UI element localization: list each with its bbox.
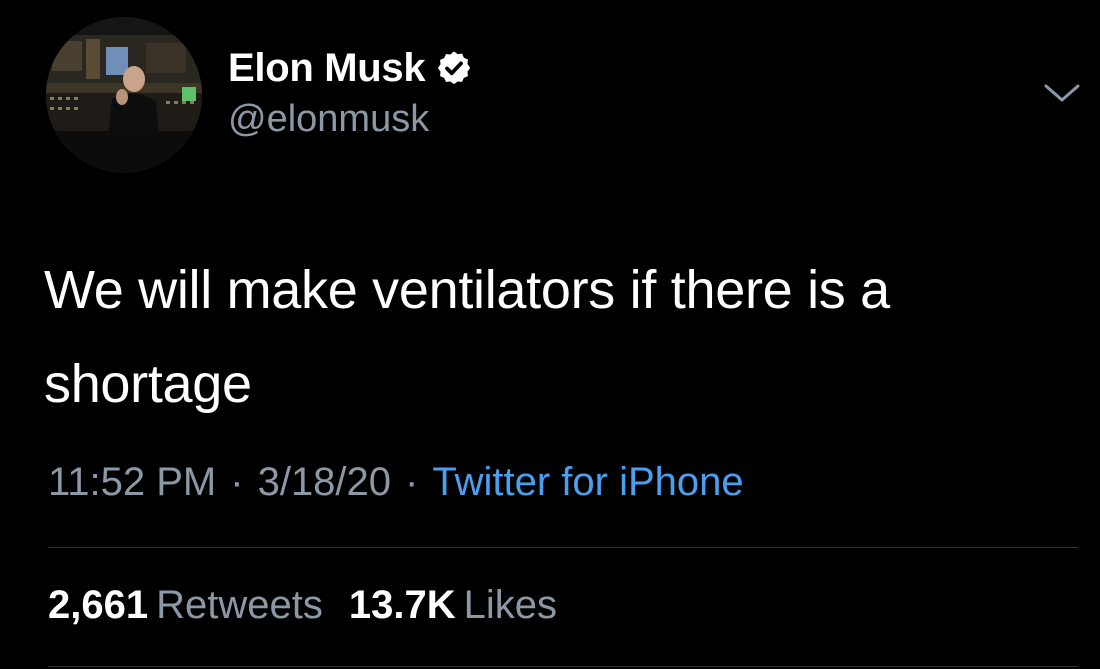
avatar[interactable] [46, 17, 202, 173]
tweet-detail: Elon Musk @elonmusk We will make ventila… [0, 0, 1100, 669]
retweets-stat[interactable]: 2,661 Retweets [48, 583, 323, 628]
retweets-label: Retweets [156, 583, 323, 627]
chevron-down-icon[interactable] [1040, 80, 1084, 110]
divider [48, 547, 1078, 548]
tweet-text: We will make ventilators if there is a s… [44, 243, 1064, 431]
likes-label: Likes [463, 583, 557, 627]
tweet-meta: 11:52 PM · 3/18/20 · Twitter for iPhone [48, 460, 744, 505]
tweet-stats: 2,661 Retweets 13.7K Likes [48, 583, 557, 628]
meta-separator: · [230, 460, 244, 504]
author-handle[interactable]: @elonmusk [228, 98, 429, 141]
tweet-source-link[interactable]: Twitter for iPhone [432, 460, 743, 504]
tweet-text-line: We will make ventilators if there is a [44, 260, 890, 320]
author-display-name[interactable]: Elon Musk [228, 46, 426, 91]
likes-stat[interactable]: 13.7K Likes [349, 583, 557, 628]
avatar-image [46, 17, 202, 173]
divider [48, 666, 1078, 667]
meta-separator: · [405, 460, 419, 504]
tweet-date[interactable]: 3/18/20 [258, 460, 391, 504]
retweets-count: 2,661 [48, 583, 149, 627]
verified-badge-icon [438, 51, 471, 85]
author-name-row[interactable]: Elon Musk [228, 42, 473, 94]
tweet-text-line: shortage [44, 354, 252, 414]
tweet-time[interactable]: 11:52 PM [48, 460, 216, 504]
likes-count: 13.7K [348, 583, 456, 627]
